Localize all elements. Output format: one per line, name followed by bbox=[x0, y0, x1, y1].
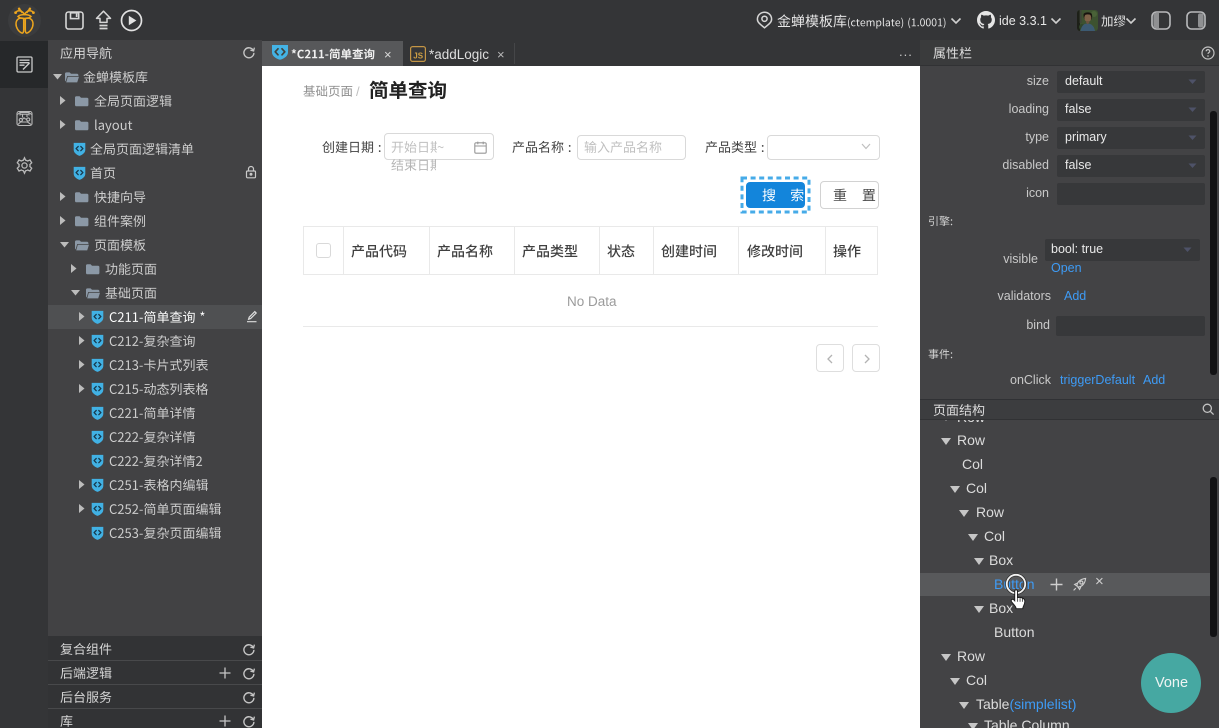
svg-text:JS: JS bbox=[413, 52, 423, 61]
